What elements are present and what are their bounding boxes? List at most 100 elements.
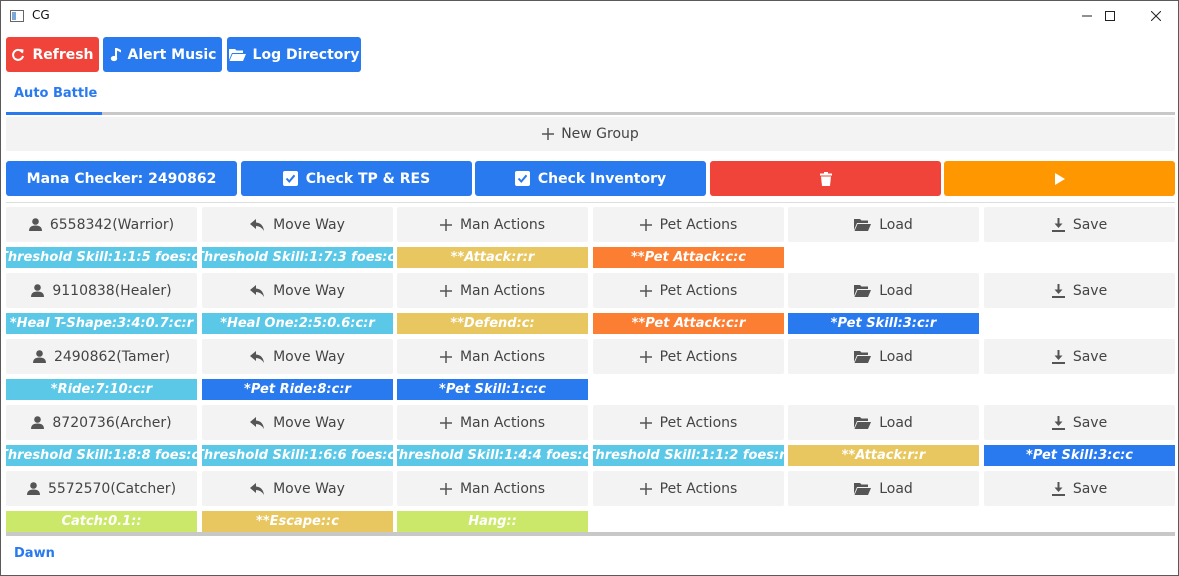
man-actions-button[interactable]: Man Actions xyxy=(397,405,588,440)
action-tag[interactable]: *Heal One:2:5:0.6:c:r xyxy=(202,313,393,334)
check-tp-res-label: Check TP & RES xyxy=(305,170,431,187)
man-actions-button[interactable]: Man Actions xyxy=(397,471,588,506)
save-button[interactable]: Save xyxy=(984,405,1175,440)
member-name: 8720736(Archer) xyxy=(52,414,172,431)
plus-icon xyxy=(542,128,555,140)
reply-icon xyxy=(250,416,265,429)
action-tag[interactable]: **Attack:r:r xyxy=(788,445,979,466)
mana-checker-button[interactable]: Mana Checker: 2490862 xyxy=(6,161,237,196)
man-actions-label: Man Actions xyxy=(459,414,546,431)
action-tag[interactable]: *Pet Skill:1:c:c xyxy=(397,379,588,400)
action-tag[interactable]: *Ride:7:10:c:r xyxy=(6,379,197,400)
save-button[interactable]: Save xyxy=(984,207,1175,242)
action-tag[interactable]: **Pet Attack:c:c xyxy=(593,247,784,268)
plus-icon xyxy=(439,284,452,297)
action-tag[interactable]: *Heal T-Shape:3:4:0.7:c:r xyxy=(6,313,197,334)
load-button[interactable]: Load xyxy=(788,405,979,440)
action-tag[interactable]: *Threshold Skill:1:4:4 foes:c:r xyxy=(397,445,588,466)
reply-icon xyxy=(250,284,265,297)
music-note-icon xyxy=(110,48,121,62)
play-icon xyxy=(1054,172,1065,185)
action-tag[interactable]: *Threshold Skill:1:8:8 foes:c:r xyxy=(6,445,197,466)
maximize-button[interactable] xyxy=(1087,1,1133,31)
move-way-button[interactable]: Move Way xyxy=(202,405,393,440)
tab-auto-battle[interactable]: Auto Battle xyxy=(14,86,97,101)
save-label: Save xyxy=(1072,480,1108,497)
action-tag[interactable]: *Pet Skill:3:c:r xyxy=(788,313,979,334)
member-name-button[interactable]: 2490862(Tamer) xyxy=(6,339,197,374)
user-icon xyxy=(28,218,42,231)
save-button[interactable]: Save xyxy=(984,273,1175,308)
plus-icon xyxy=(439,218,452,231)
action-tag[interactable]: *Threshold Skill:1:7:3 foes:c:r xyxy=(202,247,393,268)
man-actions-button[interactable]: Man Actions xyxy=(397,207,588,242)
mana-checker-label: Mana Checker: 2490862 xyxy=(26,170,217,187)
load-label: Load xyxy=(879,414,913,431)
move-way-button[interactable]: Move Way xyxy=(202,207,393,242)
pet-actions-button[interactable]: Pet Actions xyxy=(593,207,784,242)
new-group-button[interactable]: New Group xyxy=(6,117,1175,151)
check-tp-res-toggle[interactable]: Check TP & RES xyxy=(241,161,472,196)
tab-dawn[interactable]: Dawn xyxy=(14,546,55,561)
action-tag[interactable]: *Threshold Skill:1:1:5 foes:c:r xyxy=(6,247,197,268)
member-name-button[interactable]: 6558342(Warrior) xyxy=(6,207,197,242)
refresh-button[interactable]: Refresh xyxy=(6,37,99,72)
man-actions-button[interactable]: Man Actions xyxy=(397,339,588,374)
alert-music-label: Alert Music xyxy=(127,46,217,63)
member-name-button[interactable]: 8720736(Archer) xyxy=(6,405,197,440)
member-name: 2490862(Tamer) xyxy=(53,348,171,365)
action-tag[interactable]: **Escape::c xyxy=(202,511,393,532)
action-tag[interactable]: **Attack:r:r xyxy=(397,247,588,268)
load-label: Load xyxy=(879,282,913,299)
move-way-button[interactable]: Move Way xyxy=(202,339,393,374)
pet-actions-button[interactable]: Pet Actions xyxy=(593,339,784,374)
move-way-label: Move Way xyxy=(273,348,345,365)
load-button[interactable]: Load xyxy=(788,471,979,506)
tab-track xyxy=(6,112,1175,115)
alert-music-button[interactable]: Alert Music xyxy=(103,37,222,72)
close-button[interactable] xyxy=(1133,1,1179,31)
save-button[interactable]: Save xyxy=(984,339,1175,374)
move-way-button[interactable]: Move Way xyxy=(202,471,393,506)
pet-actions-button[interactable]: Pet Actions xyxy=(593,273,784,308)
man-actions-button[interactable]: Man Actions xyxy=(397,273,588,308)
action-tag[interactable]: **Defend:c: xyxy=(397,313,588,334)
checkbox-icon xyxy=(282,171,298,186)
controls-separator xyxy=(6,202,1175,203)
action-tag[interactable]: Hang:: xyxy=(397,511,588,532)
folder-open-icon xyxy=(854,417,872,429)
check-inventory-toggle[interactable]: Check Inventory xyxy=(475,161,706,196)
action-tag[interactable]: *Threshold Skill:1:1:2 foes:r:r xyxy=(593,445,784,466)
footer-tab-track xyxy=(6,532,1175,536)
load-button[interactable]: Load xyxy=(788,273,979,308)
action-tag[interactable]: *Threshold Skill:1:6:6 foes:c:r xyxy=(202,445,393,466)
save-label: Save xyxy=(1072,414,1108,431)
man-actions-label: Man Actions xyxy=(459,348,546,365)
save-label: Save xyxy=(1072,216,1108,233)
maximize-icon xyxy=(1105,11,1115,21)
download-icon xyxy=(1051,349,1065,364)
load-label: Load xyxy=(879,216,913,233)
load-button[interactable]: Load xyxy=(788,207,979,242)
pet-actions-label: Pet Actions xyxy=(659,282,738,299)
pet-actions-button[interactable]: Pet Actions xyxy=(593,471,784,506)
log-directory-button[interactable]: Log Directory xyxy=(227,37,361,72)
new-group-label: New Group xyxy=(561,126,639,142)
action-tag[interactable]: Catch:0.1:: xyxy=(6,511,197,532)
plus-icon xyxy=(639,416,652,429)
load-button[interactable]: Load xyxy=(788,339,979,374)
action-tag[interactable]: **Pet Attack:c:r xyxy=(593,313,784,334)
delete-group-button[interactable] xyxy=(710,161,941,196)
member-name-button[interactable]: 5572570(Catcher) xyxy=(6,471,197,506)
action-tag[interactable]: *Pet Ride:8:c:r xyxy=(202,379,393,400)
run-group-button[interactable] xyxy=(944,161,1175,196)
man-actions-label: Man Actions xyxy=(459,282,546,299)
member-name-button[interactable]: 9110838(Healer) xyxy=(6,273,197,308)
action-tag[interactable]: *Pet Skill:3:c:c xyxy=(984,445,1175,466)
plus-icon xyxy=(439,350,452,363)
pet-actions-button[interactable]: Pet Actions xyxy=(593,405,784,440)
move-way-button[interactable]: Move Way xyxy=(202,273,393,308)
window-title: CG xyxy=(32,8,50,22)
save-button[interactable]: Save xyxy=(984,471,1175,506)
plus-icon xyxy=(639,350,652,363)
